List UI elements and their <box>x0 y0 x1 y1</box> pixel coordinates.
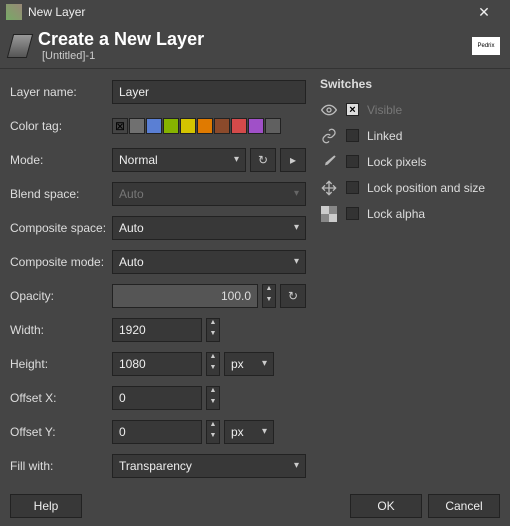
alpha-icon <box>320 205 338 223</box>
offset-x-stepper[interactable]: ▲▼ <box>206 386 220 410</box>
ok-button[interactable]: OK <box>350 494 422 518</box>
mode-label: Mode: <box>10 153 112 167</box>
color-tag-swatch[interactable] <box>146 118 162 134</box>
chevron-down-icon: ▾ <box>262 358 267 369</box>
color-tag-swatch[interactable] <box>197 118 213 134</box>
chevron-down-icon: ▾ <box>294 188 299 199</box>
chevron-down-icon: ▾ <box>234 154 239 165</box>
size-unit-value: px <box>231 357 244 371</box>
composite-space-label: Composite space: <box>10 221 112 235</box>
height-label: Height: <box>10 357 112 371</box>
width-stepper[interactable]: ▲▼ <box>206 318 220 342</box>
composite-space-select[interactable]: Auto ▾ <box>112 216 306 240</box>
offset-unit-value: px <box>231 425 244 439</box>
composite-mode-label: Composite mode: <box>10 255 112 269</box>
dialog-footer: Help OK Cancel <box>0 486 510 526</box>
opacity-label: Opacity: <box>10 289 112 303</box>
blend-space-value: Auto <box>119 187 144 201</box>
dialog-title: Create a New Layer <box>38 30 204 50</box>
eye-icon <box>320 101 338 119</box>
chevron-down-icon: ▾ <box>294 222 299 233</box>
lock-pixels-checkbox[interactable] <box>346 155 359 168</box>
height-input[interactable] <box>112 352 202 376</box>
titlebar: New Layer ✕ <box>0 0 510 24</box>
visible-checkbox[interactable] <box>346 103 359 116</box>
offset-y-input[interactable] <box>112 420 202 444</box>
height-stepper[interactable]: ▲▼ <box>206 352 220 376</box>
move-icon <box>320 179 338 197</box>
opacity-value: 100.0 <box>221 289 251 303</box>
color-tag-swatch[interactable] <box>248 118 264 134</box>
opacity-slider[interactable]: 100.0 <box>112 284 258 308</box>
reset-mode-button[interactable]: ↻ <box>250 148 276 172</box>
chevron-down-icon: ▾ <box>262 426 267 437</box>
lock-alpha-label: Lock alpha <box>367 207 425 221</box>
fill-with-value: Transparency <box>119 459 192 473</box>
offset-y-label: Offset Y: <box>10 425 112 439</box>
visible-label: Visible <box>367 103 402 117</box>
lock-pixels-label: Lock pixels <box>367 155 426 169</box>
mode-value: Normal <box>119 153 158 167</box>
fill-with-label: Fill with: <box>10 459 112 473</box>
mode-menu-button[interactable]: ▸ <box>280 148 306 172</box>
layer-icon <box>7 34 33 58</box>
reset-opacity-button[interactable]: ↻ <box>280 284 306 308</box>
chevron-down-icon: ▾ <box>294 460 299 471</box>
composite-space-value: Auto <box>119 221 144 235</box>
lock-position-checkbox[interactable] <box>346 181 359 194</box>
linked-checkbox[interactable] <box>346 129 359 142</box>
lock-position-label: Lock position and size <box>367 181 485 195</box>
help-button[interactable]: Help <box>10 494 82 518</box>
layer-name-input[interactable] <box>112 80 306 104</box>
mode-select[interactable]: Normal ▾ <box>112 148 246 172</box>
cancel-button[interactable]: Cancel <box>428 494 500 518</box>
offset-unit-select[interactable]: px ▾ <box>224 420 274 444</box>
color-tag-swatch[interactable] <box>214 118 230 134</box>
lock-alpha-checkbox[interactable] <box>346 207 359 220</box>
color-tag-picker: ⊠ <box>112 118 281 134</box>
switches-heading: Switches <box>320 77 500 91</box>
color-tag-swatch[interactable] <box>265 118 281 134</box>
blend-space-select: Auto ▾ <box>112 182 306 206</box>
size-unit-select[interactable]: px ▾ <box>224 352 274 376</box>
color-tag-label: Color tag: <box>10 119 112 133</box>
logo-thumb: Pedrix <box>472 37 500 55</box>
composite-mode-value: Auto <box>119 255 144 269</box>
offset-x-input[interactable] <box>112 386 202 410</box>
color-tag-swatch[interactable] <box>129 118 145 134</box>
color-tag-swatch[interactable] <box>180 118 196 134</box>
brush-icon <box>320 153 338 171</box>
color-tag-swatch[interactable] <box>163 118 179 134</box>
blend-space-label: Blend space: <box>10 187 112 201</box>
close-button[interactable]: ✕ <box>464 4 504 21</box>
window-title: New Layer <box>28 5 464 19</box>
dialog-subtitle: [Untitled]-1 <box>42 50 204 62</box>
fill-with-select[interactable]: Transparency ▾ <box>112 454 306 478</box>
opacity-stepper[interactable]: ▲▼ <box>262 284 276 308</box>
offset-x-label: Offset X: <box>10 391 112 405</box>
width-input[interactable] <box>112 318 202 342</box>
offset-y-stepper[interactable]: ▲▼ <box>206 420 220 444</box>
chevron-down-icon: ▾ <box>294 256 299 267</box>
composite-mode-select[interactable]: Auto ▾ <box>112 250 306 274</box>
link-icon <box>320 127 338 145</box>
linked-label: Linked <box>367 129 402 143</box>
dialog-header: Create a New Layer [Untitled]-1 Pedrix <box>0 24 510 69</box>
app-icon <box>6 4 22 20</box>
color-tag-swatch[interactable] <box>231 118 247 134</box>
color-tag-none[interactable]: ⊠ <box>112 118 128 134</box>
layer-name-label: Layer name: <box>10 85 112 99</box>
width-label: Width: <box>10 323 112 337</box>
